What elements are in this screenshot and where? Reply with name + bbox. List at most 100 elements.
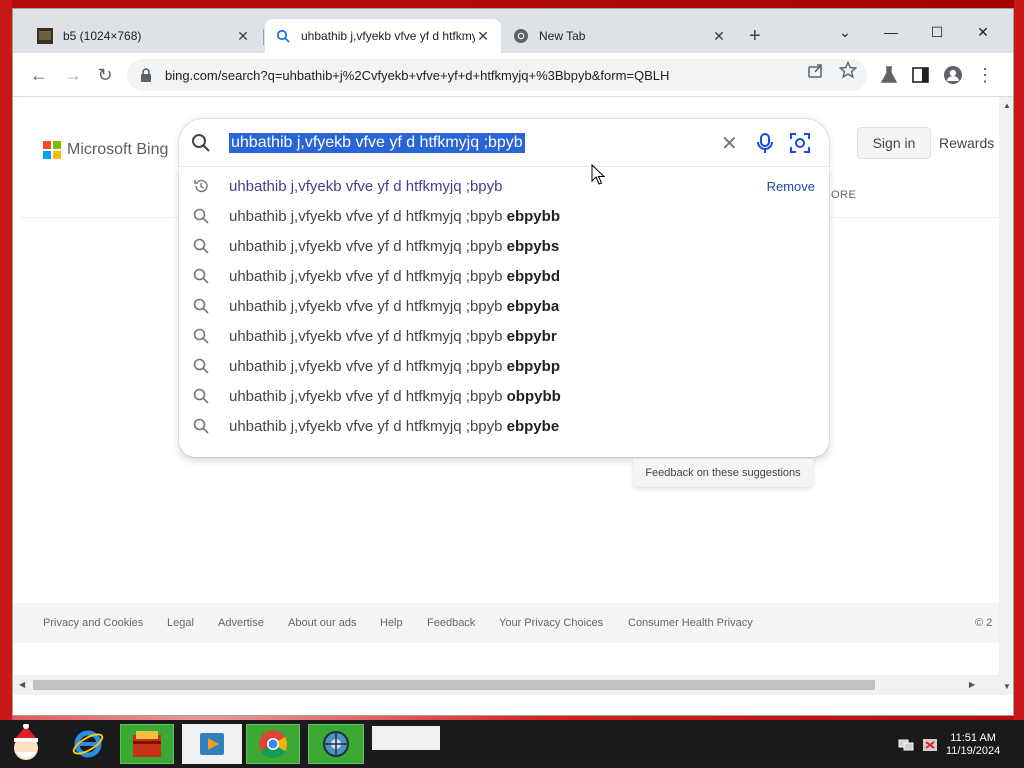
suggestion-item[interactable]: uhbathib j,vfyekb vfve yf d htfkmyjq ;bp… [179,381,829,411]
suggestion-history-item[interactable]: uhbathib j,vfyekb vfve yf d htfkmyjq ;bp… [179,171,829,201]
search-icon [193,358,209,374]
profile-avatar-icon[interactable] [943,65,963,85]
desktop-background-right [1014,0,1024,720]
tab-search-dropdown-icon[interactable]: ⌄ [823,17,867,47]
brand-name: Microsoft Bing [67,141,169,158]
suggestion-item[interactable]: uhbathib j,vfyekb vfve yf d htfkmyjq ;bp… [179,291,829,321]
volume-muted-tray-icon[interactable] [922,738,938,752]
tab-b5[interactable]: b5 (1024×768) ✕ [27,19,261,53]
chrome-favicon-icon [513,28,529,44]
suggestion-text: uhbathib j,vfyekb vfve yf d htfkmyjq ;bp… [229,237,560,255]
footer-link-privacy-choices[interactable]: Your Privacy Choices [499,617,603,629]
search-icon[interactable] [191,133,211,153]
suggestion-item[interactable]: uhbathib j,vfyekb vfve yf d htfkmyjq ;bp… [179,201,829,231]
suggestion-text: uhbathib j,vfyekb vfve yf d htfkmyjq ;bp… [229,327,557,345]
browser-window: b5 (1024×768) ✕ uhbathib j,vfyekb vfve y… [12,8,1014,716]
suggestion-completion: ebpybe [506,417,560,435]
maximize-button[interactable]: ☐ [915,17,959,47]
tab-close-icon[interactable]: ✕ [711,28,727,45]
search-icon [193,418,209,434]
suggestion-item[interactable]: uhbathib j,vfyekb vfve yf d htfkmyjq ;bp… [179,411,829,441]
labs-flask-icon[interactable] [879,65,899,85]
new-tab-button[interactable]: + [749,25,761,48]
footer-copyright: © 2 [975,617,993,629]
search-box[interactable]: uhbathib j,vfyekb vfve yf d htfkmyjq ;bp… [179,119,829,167]
search-icon [193,388,209,404]
bing-search-page: Microsoft Bing uhbathib j,vfyekb vfve yf… [13,97,999,695]
scroll-left-arrow-icon[interactable]: ◀ [19,680,25,689]
suggestion-item[interactable]: uhbathib j,vfyekb vfve yf d htfkmyjq ;bp… [179,351,829,381]
tab-title: New Tab [539,29,586,43]
internet-explorer-button[interactable] [66,724,110,764]
footer-link-legal[interactable]: Legal [167,617,194,629]
folder-app-button[interactable] [120,724,174,764]
desktop-background-left [0,0,12,720]
footer-link-feedback[interactable]: Feedback [427,617,475,629]
browser-menu-icon[interactable]: ⋮ [973,63,997,87]
system-clock[interactable]: 11:51 AM 11/19/2024 [946,732,1000,758]
bookmark-star-icon[interactable] [838,60,858,79]
suggestion-completion: ebpybr [506,327,557,345]
rewards-link[interactable]: Rewards [939,135,994,151]
bing-logo[interactable]: Microsoft Bing [43,141,168,159]
search-icon [193,268,209,284]
tab-strip: b5 (1024×768) ✕ uhbathib j,vfyekb vfve y… [13,9,1013,53]
santa-start-icon [14,724,38,760]
side-panel-icon[interactable] [911,65,931,85]
suggestion-text: uhbathib j,vfyekb vfve yf d htfkmyjq ;bp… [229,357,560,375]
search-icon [193,238,209,254]
reload-button[interactable]: ↻ [93,63,117,87]
footer-link-advertise[interactable]: Advertise [218,617,264,629]
forward-button[interactable]: → [61,63,85,87]
clock-time: 11:51 AM [950,732,996,744]
scroll-right-arrow-icon[interactable]: ▶ [969,680,975,689]
chrome-taskbar-button[interactable] [246,724,300,764]
lock-icon [139,68,153,82]
history-icon [193,178,209,194]
taskbar: 11:51 AM 11/19/2024 [0,720,1024,768]
scroll-down-arrow-icon[interactable]: ▼ [1003,682,1011,691]
sign-in-button[interactable]: Sign in [857,127,931,159]
start-button[interactable] [4,724,48,764]
footer-link-help[interactable]: Help [380,617,403,629]
footer-link-about-ads[interactable]: About our ads [288,617,357,629]
suggestion-item[interactable]: uhbathib j,vfyekb vfve yf d htfkmyjq ;bp… [179,261,829,291]
address-url[interactable]: bing.com/search?q=uhbathib+j%2Cvfyekb+vf… [165,68,669,83]
back-button[interactable]: ← [27,63,51,87]
share-icon[interactable] [807,61,825,79]
image-favicon-icon [37,28,53,44]
close-window-button[interactable]: ✕ [961,17,1005,47]
tab-new-tab[interactable]: New Tab ✕ [503,19,737,53]
suggestion-completion: ebpybd [506,267,560,285]
folder-archive-icon [133,731,161,757]
tab-close-icon[interactable]: ✕ [475,28,491,45]
suggestions-feedback-link[interactable]: Feedback on these suggestions [633,459,813,487]
visual-search-icon[interactable] [789,132,811,154]
media-player-icon [200,733,224,755]
footer-link-privacy[interactable]: Privacy and Cookies [43,617,143,629]
more-nav-link[interactable]: ORE [831,189,856,201]
remove-history-link[interactable]: Remove [767,179,815,194]
media-player-button[interactable] [182,724,242,764]
microphone-icon[interactable] [755,132,775,154]
address-bar[interactable]: bing.com/search?q=uhbathib+j%2Cvfyekb+vf… [127,59,867,91]
horizontal-scrollbar[interactable]: ◀ ▶ [13,675,999,695]
network-app-button[interactable] [308,724,364,764]
taskbar-blank-button[interactable] [372,726,440,750]
tab-close-icon[interactable]: ✕ [235,28,251,45]
chrome-icon [259,730,287,758]
minimize-button[interactable]: — [869,17,913,47]
search-input[interactable]: uhbathib j,vfyekb vfve yf d htfkmyjq ;bp… [229,133,525,153]
footer-link-health-privacy[interactable]: Consumer Health Privacy [628,617,753,629]
suggestion-item[interactable]: uhbathib j,vfyekb vfve yf d htfkmyjq ;bp… [179,321,829,351]
globe-network-icon [323,731,349,757]
tab-bing-search[interactable]: uhbathib j,vfyekb vfve yf d htfkmyjq ;bp… [265,19,501,53]
search-icon [193,298,209,314]
vertical-scrollbar[interactable]: ▲ ▼ [999,97,1013,695]
clear-search-icon[interactable]: ✕ [721,131,738,156]
search-favicon-icon [275,28,291,44]
network-tray-icon[interactable] [898,738,914,752]
scroll-up-arrow-icon[interactable]: ▲ [1003,101,1011,110]
suggestion-item[interactable]: uhbathib j,vfyekb vfve yf d htfkmyjq ;bp… [179,231,829,261]
horizontal-scroll-thumb[interactable] [33,680,875,690]
